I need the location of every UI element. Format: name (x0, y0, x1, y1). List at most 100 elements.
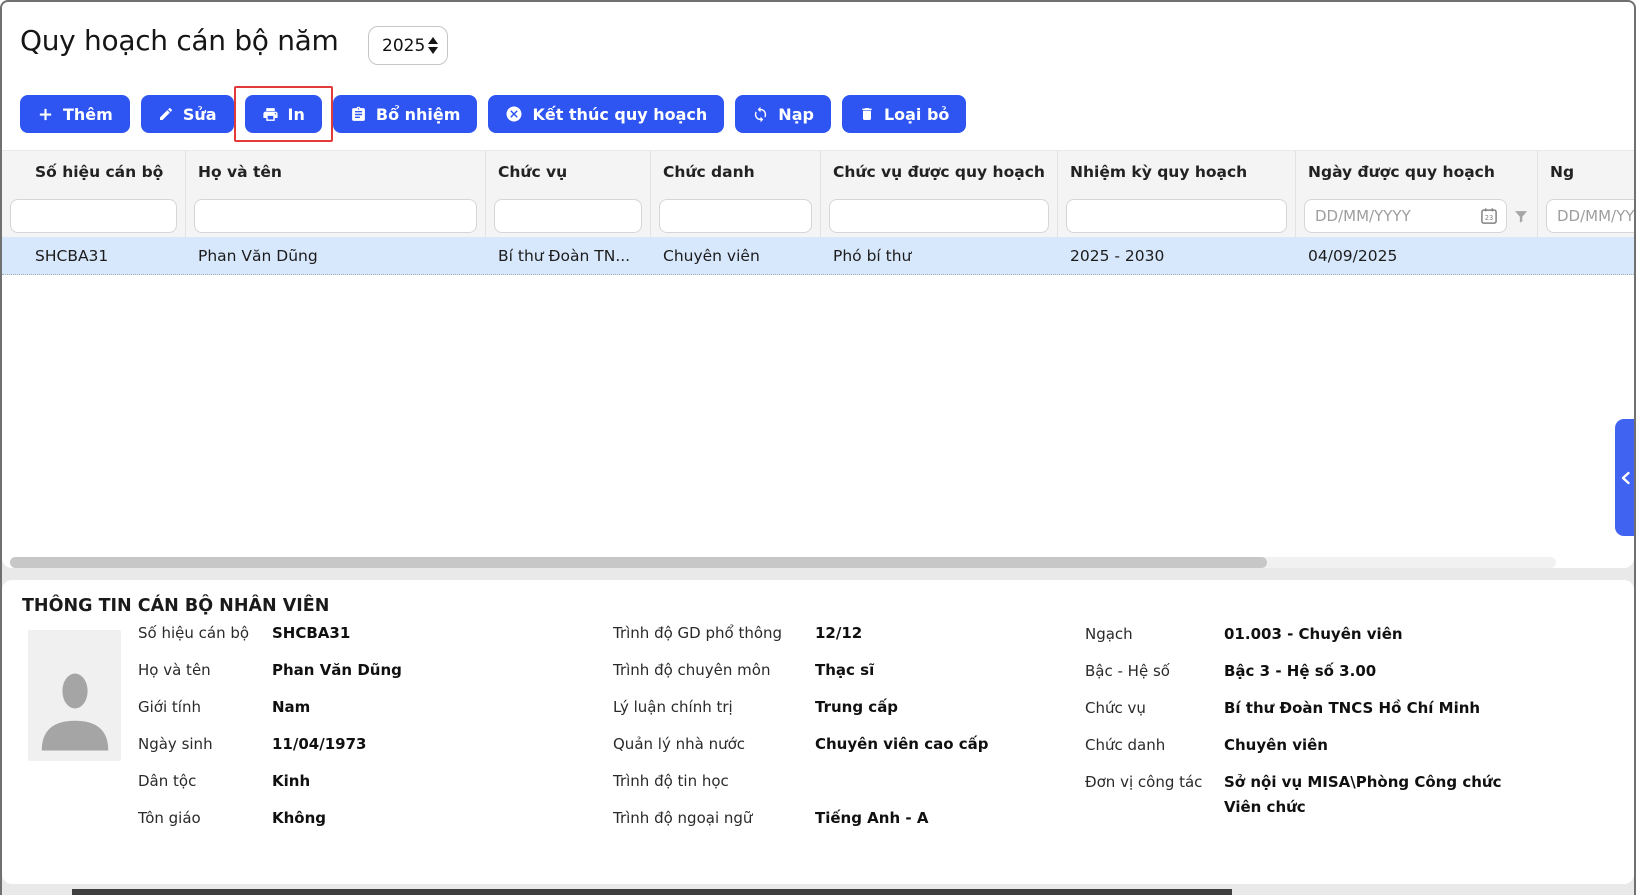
info-label: Quản lý nhà nước (613, 733, 815, 756)
filter-input[interactable] (1066, 199, 1287, 233)
info-column-1: Số hiệu cán bộ SHCBA31 Họ và tên Phan Vă… (138, 622, 593, 844)
info-label: Giới tính (138, 696, 272, 719)
filter-input[interactable] (829, 199, 1049, 233)
remove-button[interactable]: Loại bỏ (842, 95, 966, 133)
info-value: Tiếng Anh - A (815, 807, 928, 830)
info-label: Trình độ GD phổ thông (613, 622, 815, 645)
info-value: Kinh (272, 770, 310, 793)
info-label: Lý luận chính trị (613, 696, 815, 719)
column-chuc-vu-duoc-quy-hoach: Chức vụ được quy hoạch (821, 151, 1058, 237)
cell-so-hieu: SHCBA31 (2, 247, 186, 265)
chevron-left-icon (1619, 471, 1632, 485)
table-row[interactable]: SHCBA31 Phan Văn Dũng Bí thư Đoàn TN... … (2, 237, 1634, 275)
filter-input[interactable] (194, 199, 477, 233)
info-row: Giới tính Nam (138, 696, 593, 719)
info-row: Số hiệu cán bộ SHCBA31 (138, 622, 593, 645)
info-value: Chuyên viên (1224, 733, 1328, 758)
employee-info-panel: THÔNG TIN CÁN BỘ NHÂN VIÊN Số hiệu cán b… (2, 580, 1634, 884)
info-label: Dân tộc (138, 770, 272, 793)
cell-chuc-danh: Chuyên viên (651, 247, 821, 265)
edit-button[interactable]: Sửa (141, 95, 234, 133)
avatar (28, 630, 121, 761)
spinner-down-icon[interactable] (428, 47, 438, 54)
info-row: Trình độ chuyên môn Thạc sĩ (613, 659, 1075, 682)
spinner-arrows[interactable] (428, 37, 438, 54)
info-row: Tôn giáo Không (138, 807, 593, 830)
filter-input[interactable] (10, 199, 177, 233)
page-title: Quy hoạch cán bộ năm (20, 24, 339, 57)
column-ngay-duoc-quy-hoach: Ngày được quy hoạch 23 (1296, 151, 1538, 237)
info-value: SHCBA31 (272, 622, 350, 645)
info-value: Chuyên viên cao cấp (815, 733, 989, 756)
cell-chuc-vu: Bí thư Đoàn TN... (486, 247, 651, 265)
date-filter: 23 (1304, 199, 1507, 233)
info-value: 12/12 (815, 622, 862, 645)
column-ho-va-ten: Họ và tên (186, 151, 486, 237)
column-so-hieu-can-bo: Số hiệu cán bộ (2, 151, 186, 237)
info-label: Trình độ chuyên môn (613, 659, 815, 682)
column-header[interactable]: Số hiệu cán bộ (2, 151, 185, 193)
table-horizontal-scrollbar[interactable] (10, 557, 1556, 568)
scrollbar-thumb[interactable] (10, 557, 1267, 568)
edit-button-label: Sửa (183, 105, 217, 124)
column-header[interactable]: Họ và tên (186, 151, 485, 193)
cell-nhiem-ky: 2025 - 2030 (1058, 247, 1296, 265)
info-row: Đơn vị công tác Sở nội vụ MISA\Phòng Côn… (1085, 770, 1505, 820)
info-label: Bậc - Hệ số (1085, 659, 1224, 684)
info-row: Họ và tên Phan Văn Dũng (138, 659, 593, 682)
refresh-icon (752, 106, 769, 123)
info-label: Tôn giáo (138, 807, 272, 830)
trash-icon (859, 106, 875, 122)
info-value: Thạc sĩ (815, 659, 874, 682)
column-header[interactable]: Chức danh (651, 151, 820, 193)
info-row: Ngày sinh 11/04/1973 (138, 733, 593, 756)
reload-button[interactable]: Nạp (735, 95, 831, 133)
column-header[interactable]: Chức vụ (486, 151, 650, 193)
app-window: Quy hoạch cán bộ năm 2025 Thêm Sửa In (0, 0, 1636, 895)
pencil-icon (158, 106, 174, 122)
collapse-panel-tab[interactable] (1615, 419, 1635, 536)
year-value: 2025 (382, 36, 428, 56)
info-value: Sở nội vụ MISA\Phòng Công chức Viên chức (1224, 770, 1505, 820)
appoint-button[interactable]: Bổ nhiệm (333, 95, 478, 133)
info-value: 01.003 - Chuyên viên (1224, 622, 1403, 647)
date-filter-input[interactable] (1546, 199, 1636, 233)
year-spinner[interactable]: 2025 (368, 26, 448, 65)
info-value: Không (272, 807, 326, 830)
remove-button-label: Loại bỏ (884, 105, 949, 124)
info-row: Chức vụ Bí thư Đoàn TNCS Hồ Chí Minh (1085, 696, 1505, 721)
filter-funnel-icon[interactable] (1513, 207, 1529, 226)
end-planning-button[interactable]: Kết thúc quy hoạch (488, 95, 724, 133)
info-row: Dân tộc Kinh (138, 770, 593, 793)
column-header[interactable]: Chức vụ được quy hoạch (821, 151, 1057, 193)
info-label: Ngạch (1085, 622, 1224, 647)
info-row: Trình độ tin học (613, 770, 1075, 793)
toolbar: Thêm Sửa In Bổ nhiệm Kết thúc quy hoạch (20, 95, 966, 133)
column-header[interactable]: Nhiệm kỳ quy hoạch (1058, 151, 1295, 193)
filter-input[interactable] (659, 199, 812, 233)
info-row: Trình độ ngoại ngữ Tiếng Anh - A (613, 807, 1075, 830)
column-nhiem-ky-quy-hoach: Nhiệm kỳ quy hoạch (1058, 151, 1296, 237)
date-filter-input[interactable] (1304, 199, 1507, 233)
print-button[interactable]: In (245, 95, 322, 133)
info-value: Trung cấp (815, 696, 898, 719)
window-horizontal-scrollbar[interactable] (72, 889, 1232, 895)
info-row: Ngạch 01.003 - Chuyên viên (1085, 622, 1505, 647)
appoint-button-label: Bổ nhiệm (376, 105, 461, 124)
calendar-icon[interactable]: 23 (1479, 206, 1499, 226)
section-title: THÔNG TIN CÁN BỘ NHÂN VIÊN (22, 596, 329, 616)
info-row: Chức danh Chuyên viên (1085, 733, 1505, 758)
planning-panel: Quy hoạch cán bộ năm 2025 Thêm Sửa In (2, 2, 1634, 568)
info-value: 11/04/1973 (272, 733, 366, 756)
printer-icon (262, 106, 279, 123)
spinner-up-icon[interactable] (428, 37, 438, 44)
info-label: Ngày sinh (138, 733, 272, 756)
plus-icon (37, 106, 54, 123)
column-header[interactable]: Ng (1538, 151, 1634, 193)
filter-input[interactable] (494, 199, 642, 233)
clipboard-icon (350, 106, 367, 123)
info-label: Họ và tên (138, 659, 272, 682)
column-header[interactable]: Ngày được quy hoạch (1296, 151, 1537, 193)
info-label: Số hiệu cán bộ (138, 622, 272, 645)
add-button[interactable]: Thêm (20, 95, 130, 133)
